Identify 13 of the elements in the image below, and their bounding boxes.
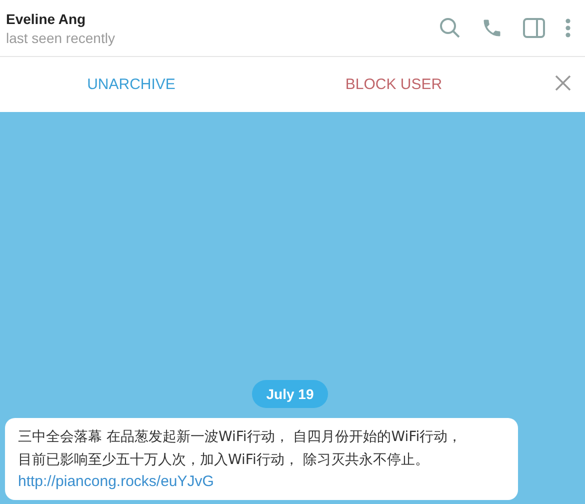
close-icon[interactable]	[555, 75, 571, 91]
sidebar-icon[interactable]	[523, 18, 545, 38]
message-text: 目前已影响至少五十万人次，加入WiFi行动， 除习灭共永不停止。	[18, 451, 430, 470]
contact-status: last seen recently	[6, 30, 115, 46]
contact-name: Eveline Ang	[6, 10, 87, 26]
phone-icon[interactable]	[481, 17, 503, 39]
action-button[interactable]: UNARCHIVE	[0, 57, 262, 112]
menu-icon[interactable]	[565, 18, 571, 38]
search-icon[interactable]	[439, 17, 461, 39]
action-button[interactable]: BLOCK USER	[262, 57, 525, 112]
date-badge: July 19	[252, 380, 328, 408]
message-link[interactable]: http://piancong.rocks/euYJvG	[18, 473, 214, 490]
message-text: 三中全会落幕 在品葱发起新一波WiFi行动， 自四月份开始的WiFi行动，	[18, 428, 463, 447]
